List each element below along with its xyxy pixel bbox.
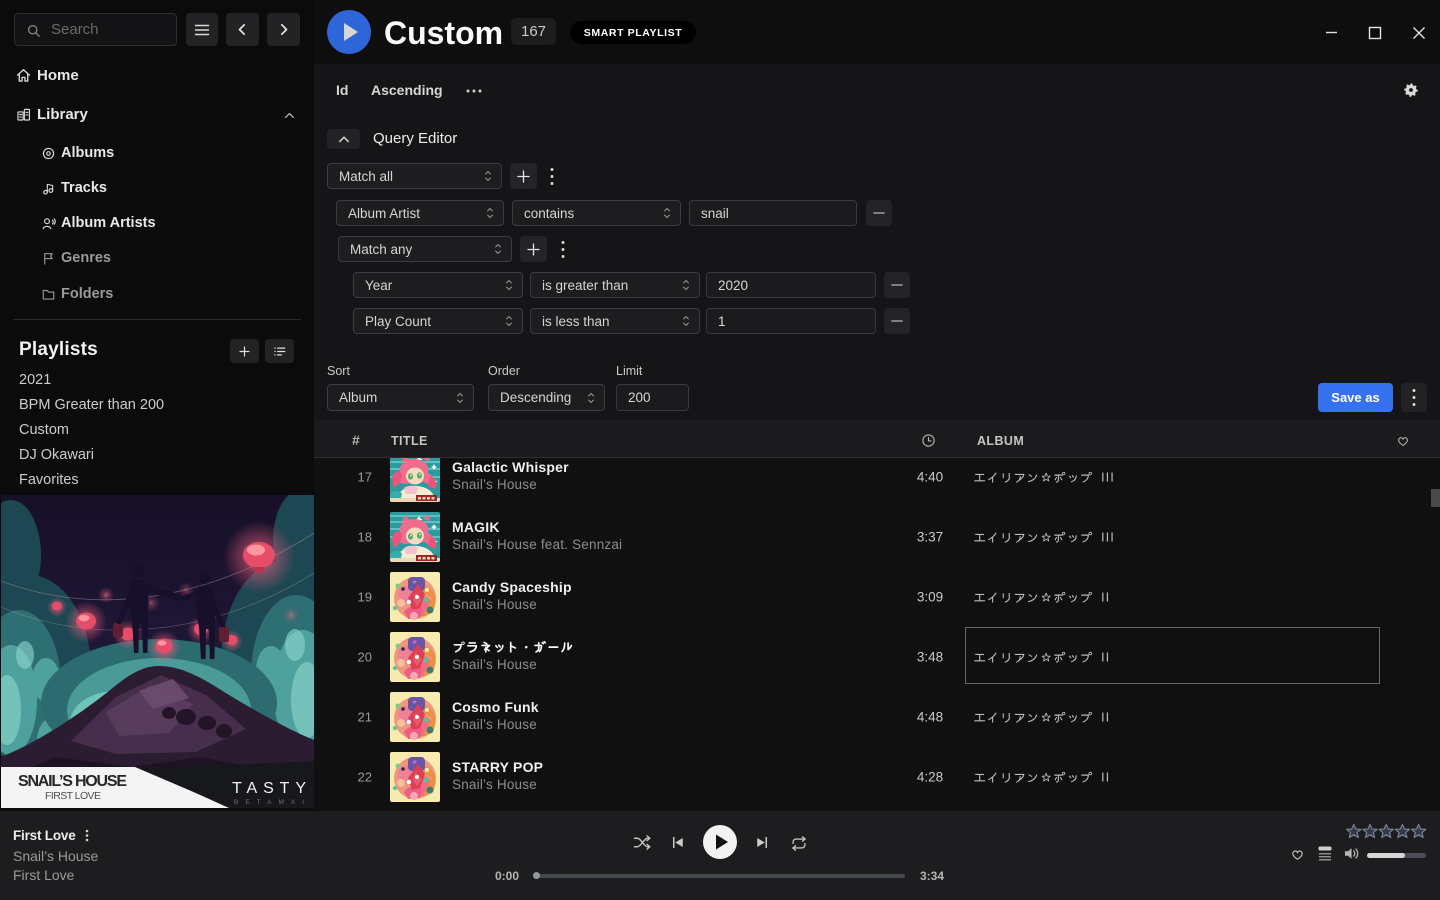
svg-text:FIRST LOVE: FIRST LOVE [45,790,101,802]
svg-text:SNAIL’S HOUSE: SNAIL’S HOUSE [18,773,127,790]
svg-text:BETAMXI: BETAMXI [234,799,304,806]
